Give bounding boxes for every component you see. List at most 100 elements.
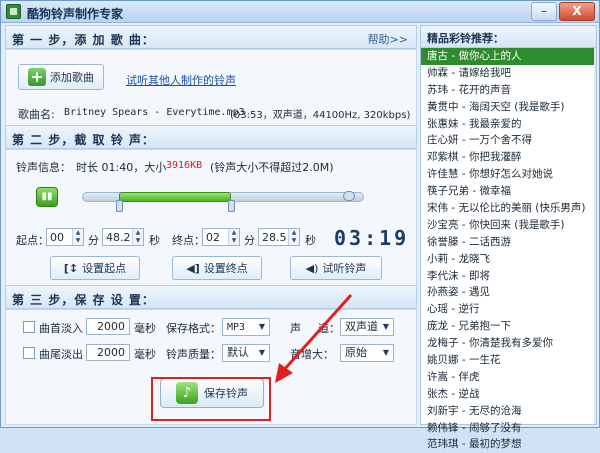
up-arrow-icon[interactable]: ▲ — [133, 229, 143, 237]
quality-value: 默认 — [227, 346, 249, 359]
dropdown-arrow-icon[interactable]: ▼ — [379, 345, 393, 361]
recommend-item[interactable]: 李代沫 - 即将 — [421, 268, 596, 285]
recommend-item[interactable]: 孙燕姿 - 遇见 — [421, 284, 596, 301]
size-limit-note: (铃声大小不得超过2.0M) — [210, 161, 334, 174]
recommend-item[interactable]: 唐古 - 做你心上的人 — [421, 48, 596, 65]
song-meta: (03:53，双声道，44100Hz, 320kbps) — [230, 110, 411, 121]
recommend-item[interactable]: 黄贯中 - 海阔天空 (我是歌手) — [421, 99, 596, 116]
window-title: 酷狗铃声制作专家 — [27, 7, 124, 21]
timeline-selection — [118, 192, 232, 202]
set-start-button[interactable]: [↕ 设置起点 — [50, 256, 140, 280]
recommend-item[interactable]: 张杰 - 逆战 — [421, 386, 596, 403]
recommend-item[interactable]: 姚贝娜 - 一生花 — [421, 352, 596, 369]
end-minute-arrows[interactable]: ▲ ▼ — [228, 229, 239, 245]
help-link[interactable]: 帮助>> — [368, 31, 408, 47]
arrow-shaft — [281, 293, 353, 373]
start-minute-value: 00 — [50, 230, 64, 244]
format-label: 保存格式： — [166, 322, 221, 335]
recommend-item[interactable]: 小莉 - 龙晓飞 — [421, 251, 596, 268]
fade-out-checkbox[interactable] — [23, 347, 35, 359]
try-others-link[interactable]: 试听其他人制作的铃声 — [126, 72, 236, 88]
dropdown-arrow-icon[interactable]: ▼ — [379, 319, 393, 335]
recommend-item[interactable]: 范玮琪 - 最初的梦想 — [421, 436, 596, 453]
song-name-label: 歌曲名: — [18, 108, 55, 121]
end-minute-stepper[interactable]: 02 ▲ ▼ — [202, 228, 240, 246]
fade-in-label: 曲首淡入 — [39, 322, 83, 335]
quality-select[interactable]: 默认 ▼ — [222, 344, 270, 362]
fade-in-input[interactable]: 2000 — [86, 318, 130, 335]
fade-in-unit: 毫秒 — [134, 322, 156, 335]
pointer-arrow — [275, 293, 353, 383]
recommend-list: 唐古 - 做你心上的人 帅霖 - 请嫁给我吧 苏玮 - 花开的声音 黄贯中 - 海阔天… — [421, 48, 596, 453]
step2-panel: 铃声信息： 时长 01:40，大小 3916KB (铃声大小不得超过2.0M) … — [5, 149, 417, 289]
highlight-box — [151, 377, 271, 421]
start-minute-stepper[interactable]: 00 ▲ ▼ — [46, 228, 84, 246]
start-second-value: 48.2 — [106, 230, 131, 244]
recommend-item[interactable]: 刘新宇 - 无尽的沧海 — [421, 403, 596, 420]
recommend-item[interactable]: 沙宝亮 - 你快回来 (我是歌手) — [421, 217, 596, 234]
up-arrow-icon[interactable]: ▲ — [73, 229, 83, 237]
recommend-item[interactable]: 邓紫棋 - 你把我灌醉 — [421, 149, 596, 166]
start-min-unit: 分 — [88, 234, 99, 247]
recommend-item[interactable]: 筷子兄弟 - 微幸福 — [421, 183, 596, 200]
scroll-thumb[interactable] — [343, 191, 355, 201]
preview-button[interactable]: ◀) 试听铃声 — [290, 256, 382, 280]
step1-title: 第 一 步，添 加 歌 曲： — [12, 33, 155, 47]
recommend-item[interactable]: 宋伟 - 无以伦比的美丽 (快乐男声) — [421, 200, 596, 217]
main-panel: 第 一 步，添 加 歌 曲： 帮助>> + 添加歌曲 试听其他人制作的铃声 歌曲… — [5, 25, 417, 425]
minimize-button[interactable]: – — [531, 2, 557, 21]
end-second-arrows[interactable]: ▲ ▼ — [288, 229, 299, 245]
add-icon: + — [28, 68, 46, 86]
end-second-value: 28.5 — [262, 230, 287, 244]
ringtone-duration: 时长 01:40，大小 — [76, 161, 167, 174]
start-minute-arrows[interactable]: ▲ ▼ — [72, 229, 83, 245]
start-second-stepper[interactable]: 48.2 ▲ ▼ — [102, 228, 144, 246]
time-display: 03:19 — [334, 226, 410, 250]
set-end-label: 设置终点 — [203, 262, 248, 275]
recommend-item[interactable]: 帅霖 - 请嫁给我吧 — [421, 65, 596, 82]
down-arrow-icon[interactable]: ▼ — [289, 237, 299, 245]
recommend-item[interactable]: 赖伟锋 - 闹够了没有 — [421, 420, 596, 437]
recommend-item[interactable]: 龙梅子 - 你清楚我有多爱你 — [421, 335, 596, 352]
recommend-item[interactable]: 许嵩 - 伴虎 — [421, 369, 596, 386]
set-end-button[interactable]: ◀] 设置终点 — [172, 256, 262, 280]
recommend-item[interactable]: 庄心妍 - 一万个舍不得 — [421, 132, 596, 149]
up-arrow-icon[interactable]: ▲ — [289, 229, 299, 237]
end-min-unit: 分 — [244, 234, 255, 247]
fade-out-input[interactable]: 2000 — [86, 344, 130, 361]
recommend-item[interactable]: 徐誉滕 - 二话西游 — [421, 234, 596, 251]
down-arrow-icon[interactable]: ▼ — [229, 237, 239, 245]
add-song-label: 添加歌曲 — [50, 71, 94, 84]
fade-in-checkbox[interactable] — [23, 321, 35, 333]
up-arrow-icon[interactable]: ▲ — [229, 229, 239, 237]
end-handle[interactable] — [228, 200, 236, 212]
play-pause-button[interactable]: ▮▮ — [36, 187, 58, 207]
format-value: MP3 — [227, 322, 246, 333]
down-arrow-icon[interactable]: ▼ — [73, 237, 83, 245]
end-second-stepper[interactable]: 28.5 ▲ ▼ — [258, 228, 300, 246]
recommend-item[interactable]: 许佳慧 - 你想好怎么对她说 — [421, 166, 596, 183]
step2-header: 第 二 步，截 取 铃 声： — [5, 125, 417, 149]
down-arrow-icon[interactable]: ▼ — [133, 237, 143, 245]
add-song-button[interactable]: + 添加歌曲 — [18, 64, 104, 90]
recommend-item[interactable]: 庞龙 - 兄弟抱一下 — [421, 318, 596, 335]
start-sec-unit: 秒 — [149, 234, 160, 247]
fade-out-label: 曲尾淡出 — [39, 348, 83, 361]
arrow-head — [275, 363, 293, 383]
end-label: 终点： — [172, 234, 205, 247]
recommend-item[interactable]: 苏玮 - 花开的声音 — [421, 82, 596, 99]
set-end-icon: ◀] — [186, 261, 200, 275]
start-handle[interactable] — [115, 200, 123, 212]
step2-title: 第 二 步，截 取 铃 声： — [12, 133, 155, 147]
recommend-item[interactable]: 心瑶 - 逆行 — [421, 301, 596, 318]
recommend-item[interactable]: 张惠妹 - 我最亲爱的 — [421, 116, 596, 133]
format-select[interactable]: MP3 ▼ — [222, 318, 270, 336]
start-second-arrows[interactable]: ▲ ▼ — [132, 229, 143, 245]
set-start-icon: [↕ — [63, 261, 79, 275]
fade-out-unit: 毫秒 — [134, 348, 156, 361]
start-label: 起点： — [16, 234, 49, 247]
close-button[interactable]: X — [559, 2, 595, 21]
scrollbar[interactable] — [594, 48, 596, 424]
recommend-panel: 精品彩铃推荐： 唐古 - 做你心上的人 帅霖 - 请嫁给我吧 苏玮 - 花开的声音黄… — [420, 25, 597, 450]
recommend-title: 精品彩铃推荐： — [421, 26, 596, 48]
